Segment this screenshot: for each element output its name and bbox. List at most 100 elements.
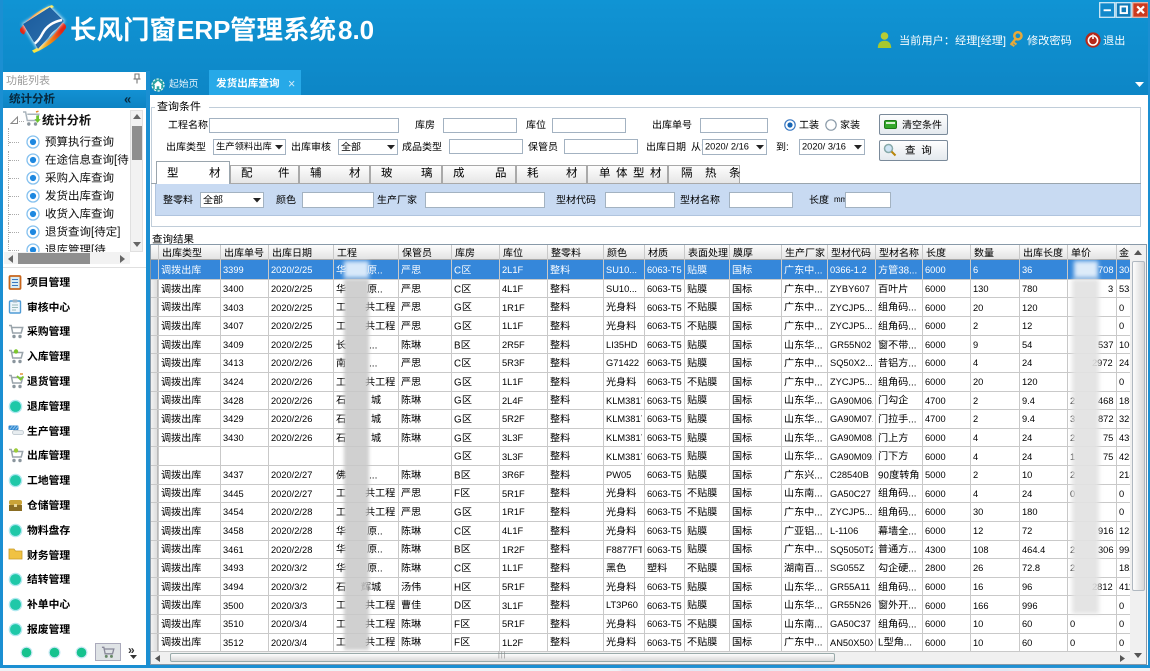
svg-text:2020/ 3/16: 2020/ 3/16 — [802, 142, 846, 152]
svg-text:6000: 6000 — [925, 600, 946, 610]
svg-text:...: ... — [908, 526, 916, 537]
svg-text:KLM3817: KLM3817 — [606, 451, 642, 461]
svg-text:0: 0 — [1119, 507, 1124, 517]
svg-text:872: 872 — [1098, 414, 1114, 424]
svg-text:...: ... — [814, 470, 822, 481]
svg-text:[: [ — [91, 227, 95, 239]
svg-text:996: 996 — [1022, 600, 1038, 610]
svg-text:6000: 6000 — [925, 302, 946, 312]
svg-text:B: B — [454, 545, 461, 556]
svg-text:...: ... — [814, 377, 822, 388]
svg-text:468: 468 — [1098, 395, 1114, 405]
svg-text:708: 708 — [1098, 265, 1114, 275]
svg-text:...: ... — [908, 600, 916, 611]
svg-text:C: C — [454, 265, 461, 276]
svg-text:KLM3817: KLM3817 — [606, 395, 642, 405]
svg-text:2020/2/28: 2020/2/28 — [271, 507, 312, 517]
svg-text:2020/2/25: 2020/2/25 — [271, 302, 312, 312]
svg-text:GA50C37: GA50C37 — [830, 619, 871, 629]
svg-text:...: ... — [908, 507, 916, 518]
svg-text:F: F — [454, 619, 460, 630]
svg-text:3424: 3424 — [223, 377, 244, 387]
svg-text:2020/2/28: 2020/2/28 — [271, 544, 312, 554]
svg-text:GA50C27: GA50C27 — [830, 489, 871, 499]
svg-text:KLM3817: KLM3817 — [606, 433, 642, 443]
svg-text:2020/2/26: 2020/2/26 — [271, 414, 312, 424]
svg-text:ZYCJP5...: ZYCJP5... — [830, 377, 872, 387]
svg-text:...: ... — [814, 451, 822, 462]
svg-text:9.4: 9.4 — [1022, 395, 1035, 405]
svg-text:3461: 3461 — [223, 544, 244, 554]
svg-text:G: G — [454, 507, 462, 518]
svg-text:...: ... — [908, 302, 916, 313]
svg-text:3R6F: 3R6F — [502, 470, 525, 480]
svg-text:...: ... — [814, 302, 822, 313]
svg-text:5R2F: 5R2F — [502, 414, 525, 424]
svg-text:90: 90 — [878, 470, 889, 481]
svg-text:10: 10 — [973, 637, 983, 647]
svg-text:4L1F: 4L1F — [502, 284, 524, 294]
svg-text:2020/3/3: 2020/3/3 — [271, 600, 307, 610]
svg-text:SQ5050T20: SQ5050T20 — [830, 544, 873, 554]
svg-text:0366-1.2: 0366-1.2 — [830, 265, 867, 275]
svg-text:2: 2 — [973, 414, 978, 424]
svg-text::: : — [786, 142, 789, 153]
svg-text:2020/3/4: 2020/3/4 — [271, 619, 307, 629]
svg-text:166: 166 — [973, 600, 989, 610]
svg-text:2020/2/26: 2020/2/26 — [271, 395, 312, 405]
svg-text:...: ... — [814, 414, 822, 425]
svg-text:0: 0 — [1119, 637, 1124, 647]
svg-text:24: 24 — [1022, 451, 1032, 461]
svg-text:12: 12 — [1022, 321, 1032, 331]
svg-text:3L1F: 3L1F — [502, 600, 524, 610]
svg-text:108: 108 — [973, 544, 989, 554]
svg-text:2020/ 2/16: 2020/ 2/16 — [705, 142, 749, 152]
svg-text:GR55N26: GR55N26 — [830, 600, 871, 610]
svg-text:G71422: G71422 — [606, 358, 639, 368]
svg-text:5R1F: 5R1F — [502, 619, 525, 629]
svg-text:0: 0 — [1119, 321, 1124, 331]
svg-text:3493: 3493 — [223, 563, 244, 573]
svg-text:6000: 6000 — [925, 619, 946, 629]
svg-text:4: 4 — [973, 451, 978, 461]
svg-text:1R2F: 1R2F — [502, 544, 525, 554]
svg-text:1L1F: 1L1F — [502, 377, 524, 387]
svg-text:...: ... — [814, 321, 822, 332]
svg-text:..: .. — [377, 545, 383, 556]
svg-text:ZYCJP5...: ZYCJP5... — [830, 302, 872, 312]
svg-text:180: 180 — [1022, 507, 1038, 517]
svg-text:3407: 3407 — [223, 321, 244, 331]
svg-text:...: ... — [814, 396, 822, 407]
svg-text:...: ... — [908, 582, 916, 593]
svg-text:3400: 3400 — [223, 284, 244, 294]
svg-text:3437: 3437 — [223, 470, 244, 480]
svg-text:4: 4 — [973, 433, 978, 443]
svg-text:F: F — [454, 638, 460, 649]
svg-text:...: ... — [814, 600, 822, 611]
svg-text:6000: 6000 — [925, 526, 946, 536]
svg-text:GA90M06.: GA90M06. — [830, 395, 873, 405]
svg-text:2: 2 — [973, 321, 978, 331]
svg-text:G: G — [454, 414, 462, 425]
svg-text:2020/3/2: 2020/3/2 — [271, 582, 307, 592]
svg-text:LT3P60: LT3P60 — [606, 600, 638, 610]
svg-text:AN50X50X2: AN50X50X2 — [830, 638, 873, 648]
svg-text:2020/2/28: 2020/2/28 — [271, 526, 312, 536]
svg-text:6000: 6000 — [925, 265, 946, 275]
svg-text:0: 0 — [1119, 600, 1124, 610]
svg-text:6063-T5: 6063-T5 — [647, 489, 682, 499]
svg-text:3399: 3399 — [223, 265, 244, 275]
svg-text:2020/2/25: 2020/2/25 — [271, 340, 312, 350]
svg-text:...: ... — [369, 470, 377, 481]
svg-text:...: ... — [814, 638, 822, 649]
svg-text:6000: 6000 — [925, 582, 946, 592]
svg-text:6063-T5: 6063-T5 — [647, 265, 682, 275]
svg-text:2: 2 — [973, 395, 978, 405]
svg-text:6063-T5: 6063-T5 — [647, 507, 682, 517]
svg-text:6063-T5: 6063-T5 — [647, 470, 682, 480]
svg-text:B: B — [454, 470, 461, 481]
svg-text:2020/2/25: 2020/2/25 — [271, 265, 312, 275]
svg-text:16: 16 — [973, 582, 983, 592]
svg-text:3403: 3403 — [223, 302, 244, 312]
svg-text:SQ50X2...: SQ50X2... — [830, 358, 873, 368]
